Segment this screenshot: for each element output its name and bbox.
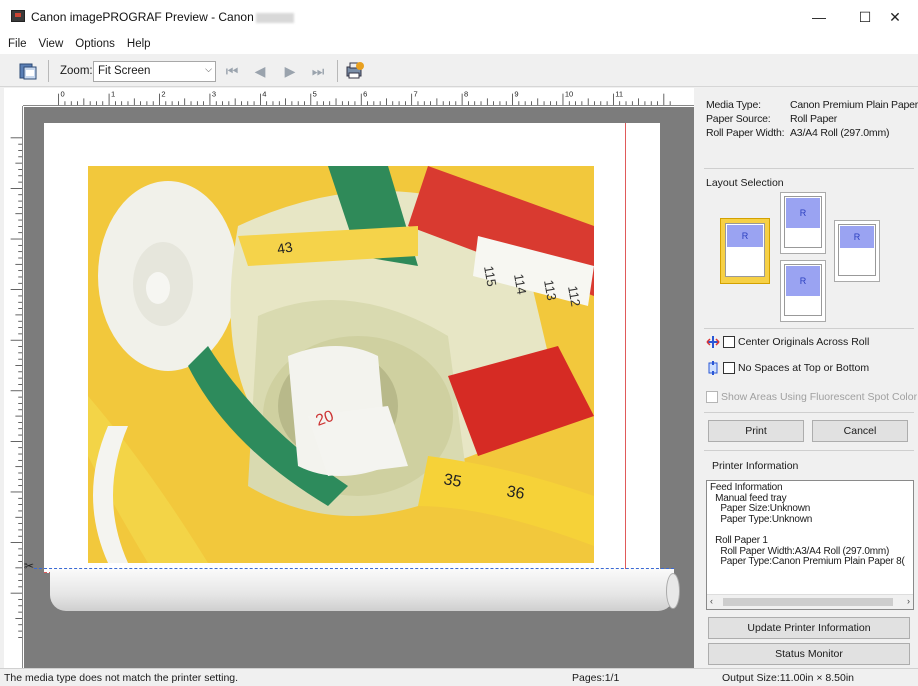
scroll-left-icon[interactable]: ‹: [710, 596, 713, 606]
preview-area: 0 1 2 3 4 5 6 7 8 9 10 11 115 114 113 11…: [4, 88, 694, 668]
status-message: The media type does not match the printe…: [4, 672, 239, 684]
chevron-down-icon: ⌵: [205, 64, 212, 74]
menu-help[interactable]: Help: [127, 38, 151, 50]
paper-source-value: Roll Paper: [790, 113, 838, 125]
ruler-label: 0: [61, 90, 65, 99]
printer-info-title: Printer Information: [712, 460, 799, 472]
preview-image: 115 114 113 112 35 36 20 43: [88, 166, 594, 563]
menu-options[interactable]: Options: [75, 38, 115, 50]
vertical-fit-icon: [708, 361, 718, 375]
divider: [704, 450, 914, 451]
svg-text:36: 36: [505, 483, 526, 503]
settings-panel: Media Type: Canon Premium Plain Paper Pa…: [698, 88, 918, 668]
ruler-label: 2: [161, 90, 165, 99]
ruler-label: 4: [262, 90, 266, 99]
center-originals-checkbox[interactable]: [723, 336, 735, 348]
center-originals-label: Center Originals Across Roll: [738, 336, 870, 348]
ruler-label: 5: [313, 90, 317, 99]
status-monitor-button[interactable]: Status Monitor: [708, 643, 910, 665]
layout-preview-icon[interactable]: [18, 61, 40, 81]
ruler-label: 3: [212, 90, 216, 99]
roll-end: [666, 573, 680, 609]
ruler-label: 1: [111, 90, 115, 99]
status-output-size: Output Size:11.00in × 8.50in: [722, 672, 855, 684]
app-icon: [11, 10, 25, 22]
menu-bar: File View Options Help: [0, 34, 918, 54]
roll-width-label: Roll Paper Width:: [706, 127, 785, 139]
layout-option-glyph: R: [840, 226, 874, 248]
ruler-label: 11: [615, 90, 623, 99]
menu-file[interactable]: File: [8, 38, 27, 50]
preview-canvas[interactable]: 115 114 113 112 35 36 20 43 ✂: [24, 107, 694, 668]
layout-option-glyph: R: [786, 266, 820, 296]
media-type-label: Media Type:: [706, 99, 761, 111]
first-page-icon[interactable]: ⏮: [224, 63, 240, 79]
zoom-label: Zoom:: [60, 65, 93, 77]
toolbar-separator: [48, 60, 49, 82]
ruler-label: 8: [464, 90, 468, 99]
divider: [704, 168, 914, 169]
menu-view[interactable]: View: [39, 38, 64, 50]
layout-selection-title: Layout Selection: [706, 177, 784, 189]
title-bar: Canon imagePROGRAF Preview - Canon — ☐ ✕: [0, 0, 918, 34]
zoom-value: Fit Screen: [98, 65, 151, 77]
toolbar-separator: [337, 60, 338, 82]
paper-roll: [50, 569, 680, 611]
scroll-thumb[interactable]: [723, 598, 893, 606]
no-spaces-row[interactable]: No Spaces at Top or Bottom: [706, 361, 869, 375]
printer-info-scrollbar[interactable]: ‹ ›: [707, 594, 913, 609]
printer-info-text: Feed Information Manual feed tray Paper …: [710, 482, 905, 568]
scissors-icon: ✂: [24, 559, 35, 573]
print-button[interactable]: Print: [708, 420, 804, 442]
center-originals-row[interactable]: Center Originals Across Roll: [706, 335, 869, 349]
next-page-icon[interactable]: ▶: [282, 63, 298, 79]
fluorescent-row[interactable]: Show Areas Using Fluorescent Spot Color: [706, 391, 917, 403]
status-bar: The media type does not match the printe…: [0, 668, 918, 686]
no-spaces-checkbox[interactable]: [723, 362, 735, 374]
no-spaces-label: No Spaces at Top or Bottom: [738, 362, 870, 374]
layout-option-glyph: R: [727, 225, 763, 247]
window-title: Canon imagePROGRAF Preview - Canon: [31, 10, 294, 24]
ruler-label: 10: [565, 90, 573, 99]
layout-option-portrait-top[interactable]: R: [780, 192, 826, 254]
prev-page-icon[interactable]: ◀: [252, 63, 268, 79]
svg-text:43: 43: [276, 238, 294, 256]
scroll-right-icon[interactable]: ›: [907, 596, 910, 606]
zoom-select[interactable]: Fit Screen ⌵: [93, 61, 216, 82]
last-page-icon[interactable]: ⏭: [310, 63, 326, 79]
printer-info-box[interactable]: Feed Information Manual feed tray Paper …: [706, 480, 914, 610]
layout-option-landscape[interactable]: R: [720, 218, 770, 284]
ruler-label: 9: [514, 90, 518, 99]
ruler-label: 7: [414, 90, 418, 99]
divider: [704, 412, 914, 413]
close-button[interactable]: ✕: [872, 0, 918, 34]
fluorescent-checkbox[interactable]: [706, 391, 718, 403]
paper-page: 115 114 113 112 35 36 20 43: [44, 123, 660, 573]
horizontal-ruler: 0 1 2 3 4 5 6 7 8 9 10 11: [23, 88, 694, 106]
center-arrows-icon: [706, 336, 720, 348]
paper-source-label: Paper Source:: [706, 113, 771, 125]
status-pages: Pages:1/1: [572, 672, 620, 684]
roll-width-value: A3/A4 Roll (297.0mm): [790, 127, 890, 139]
vertical-ruler: [4, 106, 23, 668]
toolbar: Zoom: Fit Screen ⌵ ⏮ ◀ ▶ ⏭: [0, 55, 918, 87]
ruler-label: 6: [363, 90, 367, 99]
update-printer-info-button[interactable]: Update Printer Information: [708, 617, 910, 639]
preview-window: Canon imagePROGRAF Preview - Canon — ☐ ✕…: [0, 0, 918, 686]
svg-text:35: 35: [442, 471, 463, 491]
printer-info-icon[interactable]: [344, 61, 366, 81]
layout-option-glyph: R: [786, 198, 820, 228]
layout-option-rotated[interactable]: R: [834, 220, 880, 282]
fluorescent-label: Show Areas Using Fluorescent Spot Color: [721, 391, 918, 403]
cancel-button[interactable]: Cancel: [812, 420, 908, 442]
layout-option-portrait-bottom[interactable]: R: [780, 260, 826, 322]
minimize-button[interactable]: —: [796, 0, 842, 34]
divider: [704, 328, 914, 329]
media-type-value: Canon Premium Plain Paper: [790, 99, 918, 111]
